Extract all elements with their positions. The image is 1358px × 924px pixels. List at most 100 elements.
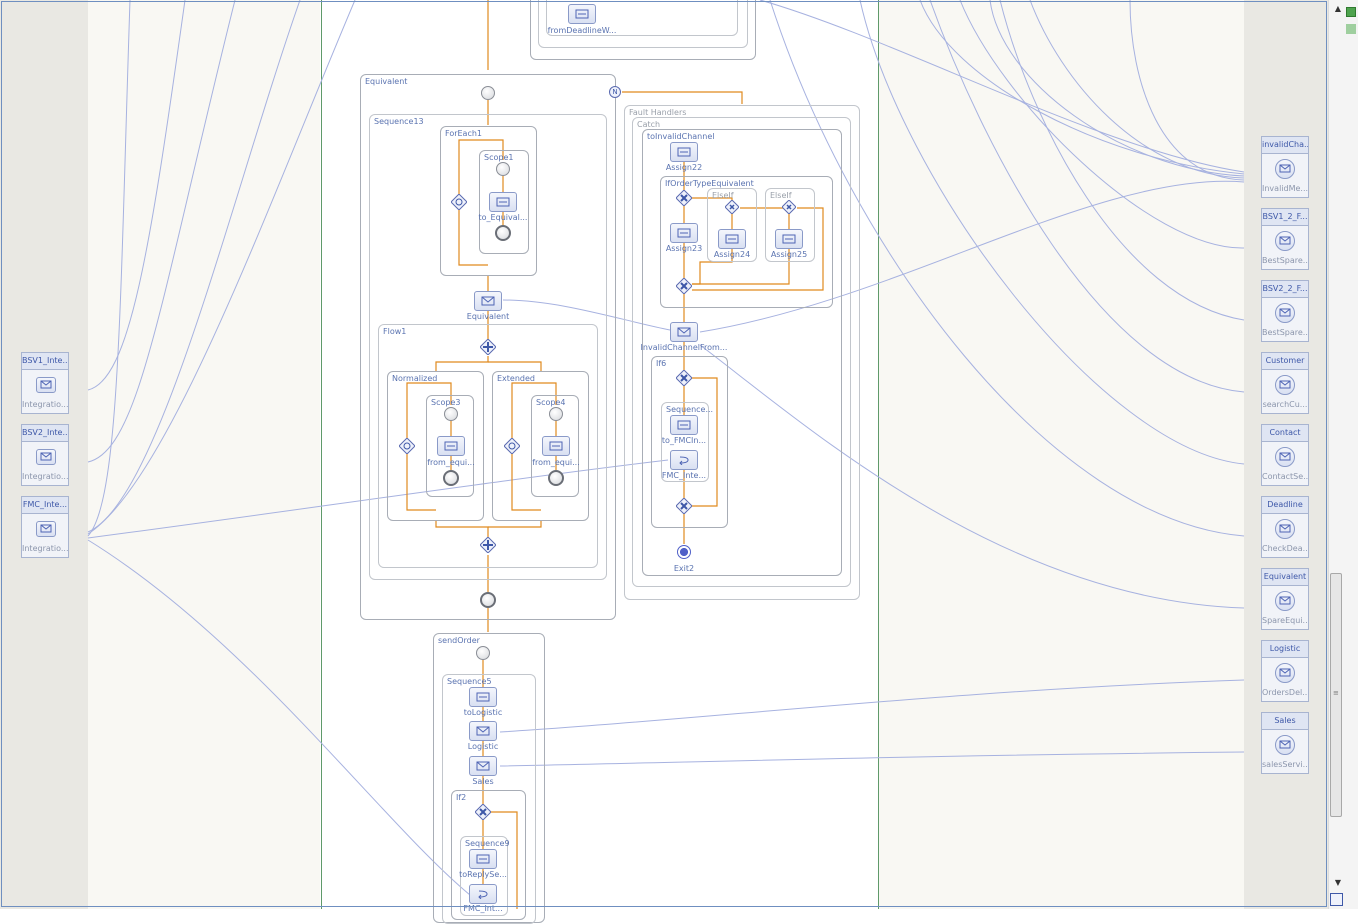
exit2-event[interactable]: [677, 545, 691, 559]
send-order-start-event[interactable]: [476, 646, 490, 660]
to-equival-activity[interactable]: [489, 192, 517, 212]
envelope-icon[interactable]: [36, 377, 56, 393]
scope-equivalent-label: Equivalent: [365, 77, 408, 86]
envelope-icon[interactable]: [1275, 231, 1295, 251]
envelope-icon[interactable]: [1275, 591, 1295, 611]
partner-link-name: Integratio...: [22, 400, 68, 409]
assign25-activity[interactable]: [775, 229, 803, 249]
normalized-loop-icon[interactable]: [399, 438, 415, 454]
partner-link-name: ContactSe...: [1262, 472, 1308, 481]
if6-join-gateway-icon[interactable]: [676, 498, 692, 514]
partner-link-bsv2[interactable]: BSV2_Inte... Integratio...: [21, 424, 69, 486]
scroll-down-arrow-icon[interactable]: ▼: [1333, 878, 1343, 888]
flow1-split-gateway-icon[interactable]: [480, 339, 496, 355]
partner-link-logistic[interactable]: Logistic OrdersDel...: [1261, 640, 1309, 702]
equivalent-invoke-activity[interactable]: [474, 291, 502, 311]
from-equi-a-label: from_equi...: [427, 458, 475, 467]
envelope-icon[interactable]: [1275, 735, 1295, 755]
equivalent-end-event[interactable]: [480, 592, 496, 608]
envelope-icon: [677, 327, 691, 337]
from-deadline-label: fromDeadlineW...: [547, 26, 617, 35]
to-logistic-activity[interactable]: [469, 687, 497, 707]
partner-link-contact[interactable]: Contact ContactSe...: [1261, 424, 1309, 486]
overview-handle-icon[interactable]: [1346, 24, 1356, 34]
from-equi-b-activity[interactable]: [542, 436, 570, 456]
scope-fault-handlers-label: Fault Handlers: [629, 108, 687, 117]
envelope-icon[interactable]: [1275, 447, 1295, 467]
envelope-icon[interactable]: [1275, 159, 1295, 179]
partner-link-equivalent[interactable]: Equivalent SpareEqui...: [1261, 568, 1309, 630]
sales-activity[interactable]: [469, 756, 497, 776]
equivalent-invoke-label: Equivalent: [466, 312, 510, 321]
from-equi-a-activity[interactable]: [437, 436, 465, 456]
partner-link-fmc[interactable]: FMC_Inte... Integratio...: [21, 496, 69, 558]
partner-link-name: salesServi...: [1262, 760, 1308, 769]
scope-catch-label: Catch: [637, 120, 661, 129]
fmc-inte-label: FMC_Inte...: [661, 471, 707, 480]
envelope-icon[interactable]: [1275, 663, 1295, 683]
from-equi-b-label: from_equi...: [532, 458, 580, 467]
assign23-activity[interactable]: [670, 223, 698, 243]
scope3-start-event[interactable]: [444, 407, 458, 421]
if-order-gateway-icon[interactable]: [676, 190, 692, 206]
if-order-join-gateway-icon[interactable]: [676, 278, 692, 294]
partner-link-sales[interactable]: Sales salesServi...: [1261, 712, 1309, 774]
envelope-icon[interactable]: [1275, 375, 1295, 395]
envelope-icon[interactable]: [36, 449, 56, 465]
partner-link-invalid-channel[interactable]: invalidCha... InvalidMe...: [1261, 136, 1309, 198]
fmc-inte-activity[interactable]: [670, 450, 698, 470]
to-fmc-activity[interactable]: [670, 415, 698, 435]
from-deadline-activity[interactable]: [568, 4, 596, 24]
receive-icon: [575, 9, 589, 19]
scope-scope3-label: Scope3: [431, 398, 461, 407]
scrollbar-thumb[interactable]: ≡: [1330, 573, 1342, 817]
scope1-start-event[interactable]: [496, 162, 510, 176]
envelope-icon[interactable]: [1275, 303, 1295, 323]
if6-gateway-icon[interactable]: [676, 370, 692, 386]
assign-icon: [677, 228, 691, 238]
partner-link-customer[interactable]: Customer searchCu...: [1261, 352, 1309, 414]
scope-if6-label: If6: [656, 359, 667, 368]
envelope-icon: [476, 726, 490, 736]
overview-corner-icon[interactable]: [1330, 893, 1343, 906]
scope3-end-event[interactable]: [443, 470, 459, 486]
scope-scope1-label: Scope1: [484, 153, 514, 162]
assign24-activity[interactable]: [718, 229, 746, 249]
assign22-activity[interactable]: [670, 142, 698, 162]
invalid-channel-from-label: InvalidChannelFrom...: [640, 343, 728, 352]
reply-icon: [478, 890, 488, 899]
logistic-activity[interactable]: [469, 721, 497, 741]
elseif-b-gateway-icon[interactable]: [782, 200, 796, 214]
partner-link-title: Logistic: [1262, 641, 1308, 658]
partner-link-title: BSV2_Inte...: [22, 425, 68, 442]
scroll-up-arrow-icon[interactable]: ▲: [1333, 4, 1343, 14]
reply-icon: [679, 456, 689, 465]
elseif-a-gateway-icon[interactable]: [725, 200, 739, 214]
sales-label: Sales: [472, 777, 494, 786]
logistic-label: Logistic: [467, 742, 499, 751]
partner-link-name: Integratio...: [22, 472, 68, 481]
invalid-channel-from-activity[interactable]: [670, 322, 698, 342]
foreach-loop-icon[interactable]: [451, 194, 467, 210]
to-reply-activity[interactable]: [469, 849, 497, 869]
scope4-end-event[interactable]: [548, 470, 564, 486]
scope-extended-label: Extended: [497, 374, 535, 383]
scope4-start-event[interactable]: [549, 407, 563, 421]
assign24-label: Assign24: [713, 250, 751, 259]
flow1-join-gateway-icon[interactable]: [480, 537, 496, 553]
if2-gateway-icon[interactable]: [475, 804, 491, 820]
envelope-icon[interactable]: [1275, 519, 1295, 539]
equivalent-start-event[interactable]: [481, 86, 495, 100]
partner-link-bsv2-2[interactable]: BSV2_2_F... BestSpare...: [1261, 280, 1309, 342]
fault-handler-toggle-icon[interactable]: N: [609, 86, 621, 98]
scope1-end-event[interactable]: [495, 225, 511, 241]
overview-toggle-icon[interactable]: [1346, 7, 1356, 17]
partner-link-deadline[interactable]: Deadline CheckDea...: [1261, 496, 1309, 558]
extended-loop-icon[interactable]: [504, 438, 520, 454]
fmc-bottom-activity[interactable]: [469, 884, 497, 904]
partner-link-bsv1-2[interactable]: BSV1_2_F... BestSpare...: [1261, 208, 1309, 270]
envelope-icon[interactable]: [36, 521, 56, 537]
scope-scope4-label: Scope4: [536, 398, 566, 407]
assign-icon: [677, 420, 691, 430]
partner-link-bsv1[interactable]: BSV1_Inte... Integratio...: [21, 352, 69, 414]
